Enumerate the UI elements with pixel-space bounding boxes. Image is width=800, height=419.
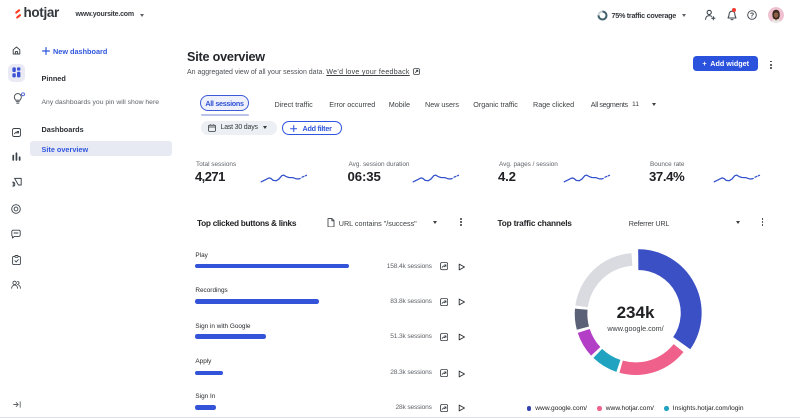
- svg-text:?: ?: [750, 13, 754, 20]
